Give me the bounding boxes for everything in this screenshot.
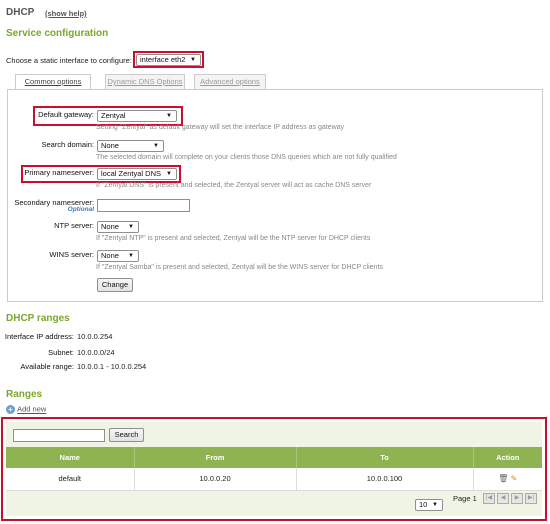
primary-ns-select[interactable]: local Zentyal DNS ▼ [97,168,177,180]
col-from[interactable]: From [134,447,297,468]
subnet-value: 10.0.0.0/24 [77,348,115,357]
ranges-title: Ranges [6,389,43,400]
primary-ns-value: local Zentyal DNS [101,169,162,178]
page-size-select[interactable]: 10 ▼ [415,499,443,511]
subnet-label: Subnet: [48,348,74,357]
default-gateway-label: Default gateway: [38,110,94,119]
cell-name: default [6,468,135,491]
search-domain-label: Search domain: [41,140,94,149]
primary-ns-label: Primary nameserver: [24,168,94,177]
next-page-icon[interactable]: ▶ [511,493,523,504]
add-new-link[interactable]: + Add new [6,404,46,414]
iface-ip-label: Interface IP address: [4,332,74,341]
show-help-link[interactable]: (show help) [45,9,87,18]
wins-select[interactable]: None ▼ [97,250,139,262]
pagination: |◀ ◀ ▶ ▶| [483,493,539,504]
trash-icon[interactable]: 🗑 [498,474,508,483]
ntp-label: NTP server: [54,221,94,230]
tab-dynamic-dns[interactable]: Dynamic DNS Options [105,74,185,89]
page-title: DHCP [6,7,35,18]
default-gateway-help: Setting "Zentyal" as default gateway wil… [96,124,345,131]
ntp-value: None [101,222,119,231]
prev-page-icon[interactable]: ◀ [497,493,509,504]
iface-select-value: interface eth2 [140,55,186,64]
chevron-down-icon: ▼ [128,253,134,259]
search-domain-help: The selected domain will complete on you… [96,154,397,161]
ranges-table: Name From To Action default 10.0.0.20 10… [6,447,542,491]
chevron-down-icon: ▼ [166,171,172,177]
add-icon: + [6,404,15,414]
chevron-down-icon: ▼ [153,143,159,149]
change-button[interactable]: Change [97,278,133,292]
add-new-label: Add new [17,404,47,414]
cell-to: 10.0.0.100 [296,468,474,491]
iface-label: Choose a static interface to configure: [6,56,132,65]
page-size-value: 10 [419,500,428,509]
table-header-row: Name From To Action [6,447,542,468]
pencil-icon[interactable]: ✎ [511,474,518,483]
col-action: Action [473,447,542,468]
available-range-label: Available range: [20,362,74,371]
cell-action: 🗑 ✎ [473,468,542,491]
tab-advanced-options[interactable]: Advanced options [194,74,266,89]
cell-from: 10.0.0.20 [134,468,297,491]
table-row: default 10.0.0.20 10.0.0.100 🗑 ✎ [6,468,542,491]
chevron-down-icon: ▼ [128,224,134,230]
iface-ip-value: 10.0.0.254 [77,332,113,341]
search-input[interactable] [13,429,105,442]
default-gateway-select[interactable]: Zentyal ▼ [97,110,177,122]
primary-ns-help: If "Zentyal DNS" is present and selected… [96,182,372,189]
chevron-down-icon: ▼ [166,113,172,119]
col-to[interactable]: To [296,447,474,468]
tab-common-options[interactable]: Common options [15,74,91,90]
default-gateway-value: Zentyal [101,111,126,120]
search-domain-select[interactable]: None ▼ [97,140,164,152]
secondary-ns-optional: Optional [67,206,94,213]
secondary-ns-input[interactable] [97,199,190,212]
first-page-icon[interactable]: |◀ [483,493,495,504]
ntp-select[interactable]: None ▼ [97,221,139,233]
search-domain-value: None [101,141,119,150]
last-page-icon[interactable]: ▶| [525,493,537,504]
iface-select[interactable]: interface eth2 ▼ [136,54,201,66]
wins-label: WINS server: [49,250,94,259]
col-name[interactable]: Name [6,447,135,468]
available-range-value: 10.0.0.1 - 10.0.0.254 [77,362,147,371]
page-label: Page 1 [453,494,477,503]
wins-help: If "Zentyal Samba" is present and select… [96,264,383,271]
chevron-down-icon: ▼ [190,57,196,63]
wins-value: None [101,251,119,260]
ntp-help: If "Zentyal NTP" is present and selected… [96,235,371,242]
service-config-title: Service configuration [6,28,109,39]
dhcp-ranges-title: DHCP ranges [6,313,70,324]
search-button[interactable]: Search [109,428,144,442]
chevron-down-icon: ▼ [432,502,438,508]
